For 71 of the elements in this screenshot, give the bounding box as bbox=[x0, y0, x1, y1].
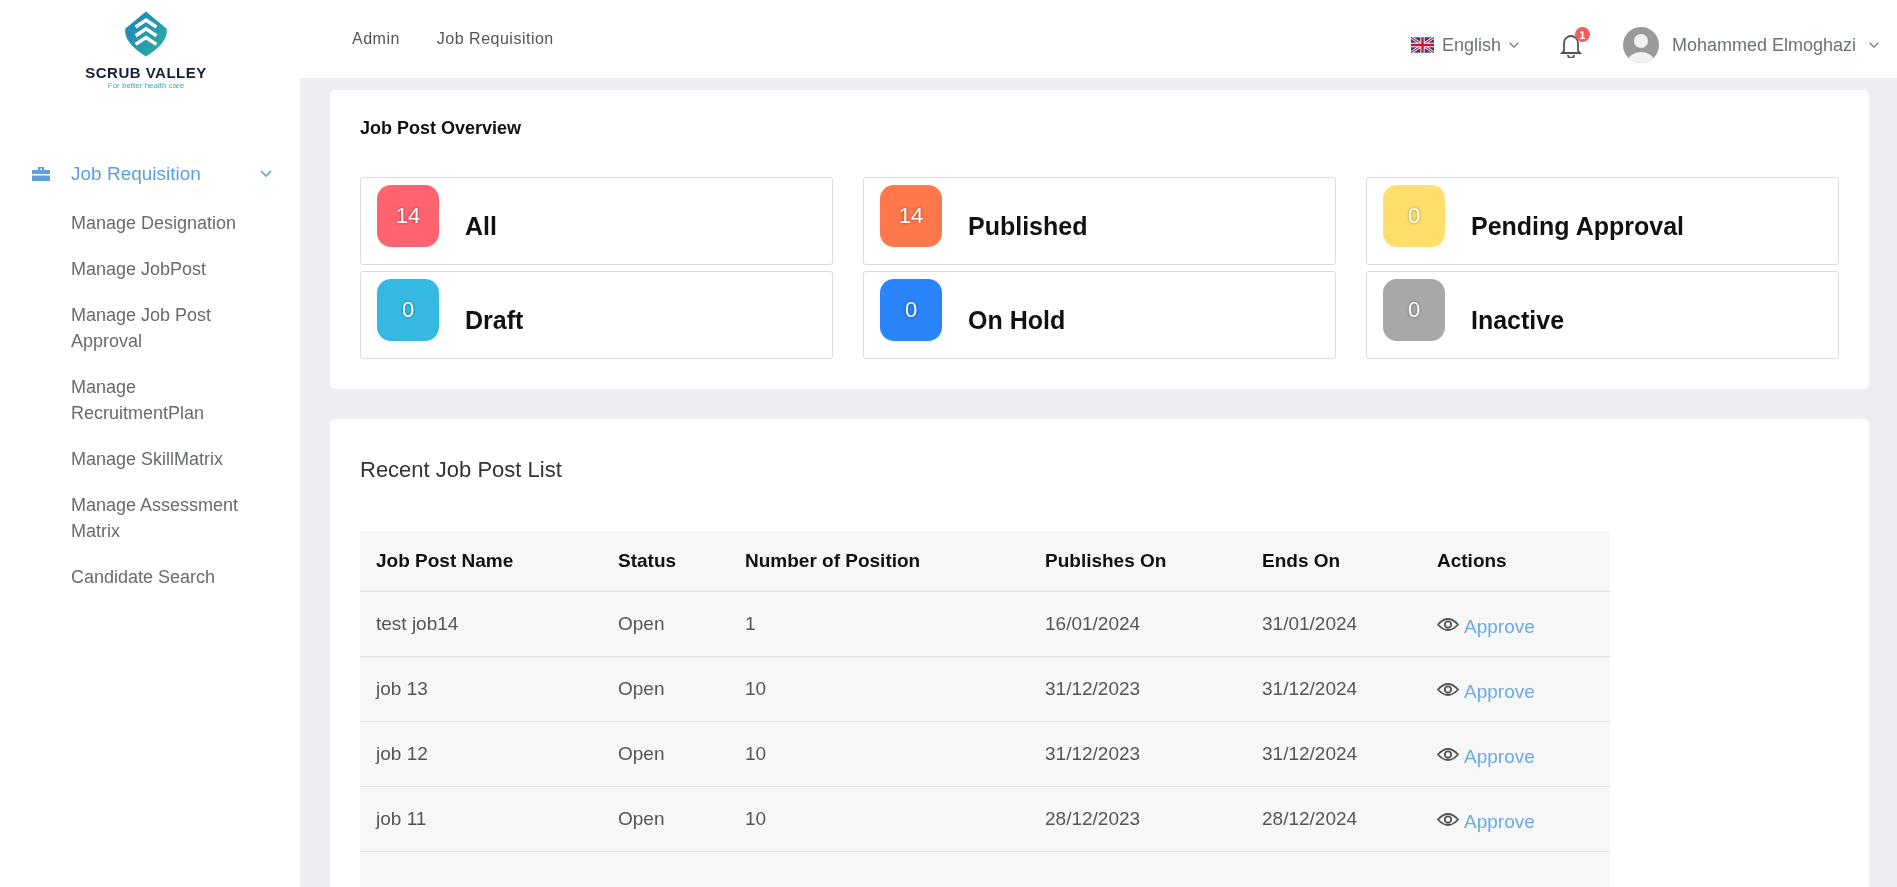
chevron-icon bbox=[1869, 41, 1879, 49]
table-cell: 10 bbox=[729, 786, 1029, 852]
table-cell: 31/01/2024 bbox=[1246, 591, 1421, 657]
count-badge: 0 bbox=[1383, 279, 1445, 341]
table-cell: job 12 bbox=[360, 721, 602, 787]
table-cell: Open bbox=[602, 591, 729, 657]
column-header: Publishes On bbox=[1029, 531, 1246, 592]
table-cell: 31/12/2023 bbox=[1029, 721, 1246, 787]
card-title: Recent Job Post List bbox=[360, 457, 563, 483]
stat-label: All bbox=[465, 211, 497, 241]
sidebar-item[interactable]: Manage RecruitmentPlan bbox=[71, 366, 261, 438]
table-cell: Open bbox=[602, 656, 729, 722]
column-header: Actions bbox=[1421, 531, 1610, 592]
column-header: Status bbox=[602, 531, 729, 592]
table-cell: job 13 bbox=[360, 656, 602, 722]
eye-icon[interactable] bbox=[1437, 681, 1459, 697]
stat-label: Pending Approval bbox=[1471, 211, 1684, 241]
stat-label: On Hold bbox=[968, 305, 1066, 335]
sidebar-item[interactable]: Manage Job Post Approval bbox=[71, 294, 261, 366]
table-cell: 1 bbox=[729, 591, 1029, 657]
breadcrumb-link[interactable]: Admin bbox=[352, 30, 400, 48]
card-title: Job Post Overview bbox=[360, 118, 523, 139]
stat-tile[interactable]: 14 Published bbox=[863, 177, 1336, 265]
eye-icon[interactable] bbox=[1437, 616, 1459, 632]
table-cell: 28/12/2023 bbox=[1029, 786, 1246, 852]
sidebar-item[interactable]: Candidate Search bbox=[71, 556, 261, 602]
table-cell: 31/12/2024 bbox=[1246, 656, 1421, 722]
brand-tagline: For better health care bbox=[107, 81, 185, 90]
eye-icon[interactable] bbox=[1437, 811, 1459, 827]
stat-tile[interactable]: 14 All bbox=[360, 177, 833, 265]
bell-icon[interactable] bbox=[1558, 32, 1583, 58]
stat-label: Inactive bbox=[1471, 305, 1565, 335]
table-cell: Open bbox=[602, 721, 729, 787]
stat-label: Draft bbox=[465, 305, 524, 335]
stat-tile[interactable]: 0 Draft bbox=[360, 271, 833, 359]
sidebar-item[interactable]: Manage SkillMatrix bbox=[71, 438, 261, 484]
chevron-icon bbox=[260, 170, 272, 178]
table-cell: job 11 bbox=[360, 786, 602, 852]
flag-icon bbox=[1410, 37, 1434, 53]
eye-icon[interactable] bbox=[1437, 746, 1459, 762]
stat-tile[interactable]: 0 Inactive bbox=[1366, 271, 1839, 359]
table-cell: 31/12/2024 bbox=[1246, 721, 1421, 787]
count-badge: 0 bbox=[880, 279, 942, 341]
table-cell: 10 bbox=[729, 656, 1029, 722]
stat-tile[interactable]: 0 Pending Approval bbox=[1366, 177, 1839, 265]
column-header: Job Post Name bbox=[360, 531, 602, 592]
stat-label: Published bbox=[968, 211, 1088, 241]
brand-name: SCRUB VALLEY bbox=[85, 64, 207, 81]
avatar-icon bbox=[1622, 27, 1659, 63]
sidebar-item[interactable]: Manage JobPost bbox=[71, 248, 261, 294]
notification-badge: 1 bbox=[1574, 27, 1590, 42]
table-cell: 16/01/2024 bbox=[1029, 591, 1246, 657]
breadcrumb-link[interactable]: Job Requisition bbox=[436, 30, 554, 48]
sidebar-item[interactable]: Manage Designation bbox=[71, 202, 261, 248]
count-badge: 14 bbox=[880, 185, 942, 247]
column-header: Ends On bbox=[1246, 531, 1421, 592]
table-cell: test job14 bbox=[360, 591, 602, 657]
count-badge: 0 bbox=[377, 279, 439, 341]
chevron-icon bbox=[1508, 41, 1519, 49]
language-select[interactable]: English bbox=[1410, 34, 1519, 56]
table-cell: 31/12/2023 bbox=[1029, 656, 1246, 722]
stat-tile[interactable]: 0 On Hold bbox=[863, 271, 1336, 359]
sidebar-item[interactable]: Manage Assessment Matrix bbox=[71, 484, 261, 556]
count-badge: 14 bbox=[377, 185, 439, 247]
briefcase-icon bbox=[31, 166, 51, 182]
table-cell: 28/12/2024 bbox=[1246, 786, 1421, 852]
count-badge: 0 bbox=[1383, 185, 1445, 247]
user-menu[interactable]: Mohammed Elmoghazi bbox=[1622, 27, 1879, 63]
column-header: Number of Position bbox=[729, 531, 1029, 592]
table-cell: Open bbox=[602, 786, 729, 852]
table-cell: 10 bbox=[729, 721, 1029, 787]
